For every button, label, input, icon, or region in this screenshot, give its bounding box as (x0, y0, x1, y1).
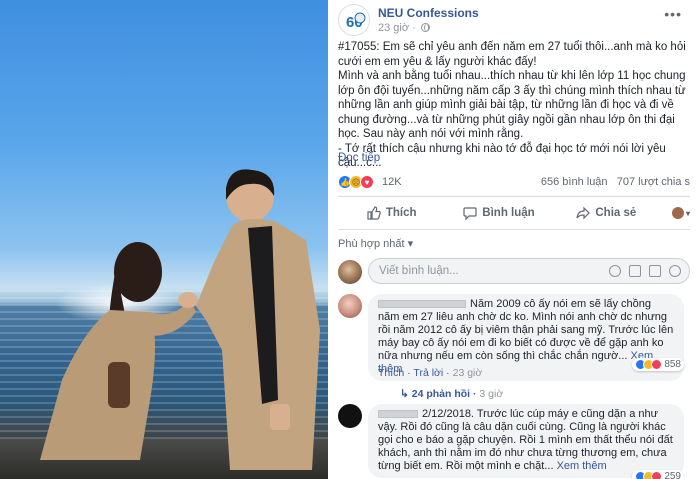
share-label: Chia sẻ (595, 207, 637, 219)
comment-bubble: 2/12/2018. Trước lúc cúp máy e cũng dặn … (368, 404, 684, 478)
redacted-name[interactable] (378, 410, 418, 419)
reply-arrow-icon: ↳ (400, 388, 409, 400)
comment-reactions[interactable]: 259 (632, 470, 684, 479)
like-button[interactable]: Thích (338, 206, 445, 220)
comment-reaction-count: 858 (664, 359, 681, 370)
comment-composer: Viết bình luận... (338, 258, 690, 286)
divider (338, 229, 690, 230)
action-bar: Thích Bình luận Chia sẻ ▾ (338, 199, 690, 227)
post-header: 60 NEU Confessions 23 giờ · ••• (338, 4, 688, 38)
comment-sort-dropdown[interactable]: Phù hợp nhất ▾ (338, 237, 413, 250)
commenter-avatar[interactable] (338, 294, 362, 318)
comment-reactions[interactable]: 858 (632, 358, 684, 371)
comment-like-link[interactable]: Thích (378, 367, 404, 379)
comments-count[interactable]: 656 bình luận (541, 176, 608, 188)
reaction-count[interactable]: 12K (382, 176, 402, 188)
commenter-avatar[interactable] (338, 404, 362, 428)
react-as-button[interactable]: ▾ (660, 207, 690, 219)
comment-reaction-count: 259 (664, 471, 681, 479)
globe-icon (420, 23, 430, 32)
comment-input[interactable]: Viết bình luận... (368, 258, 690, 284)
avatar-small-icon (671, 207, 684, 219)
like-icon (367, 206, 381, 220)
page-logo-icon: 60 (340, 6, 369, 35)
sticker-icon[interactable] (669, 265, 681, 277)
emoji-icon[interactable] (609, 265, 621, 277)
comment-button[interactable]: Bình luận (445, 206, 552, 220)
reactions-bar: 👍 ☹ ♥ 12K 656 bình luận 707 lượt chia s (338, 175, 690, 191)
shares-count[interactable]: 707 lượt chia s (617, 176, 690, 188)
share-icon (576, 206, 591, 220)
composer-icons (609, 265, 681, 277)
divider (338, 196, 690, 197)
comment-actions: Thích · Trả lời · 23 giờ (378, 367, 483, 379)
replies-time: 3 giờ (479, 388, 504, 400)
view-replies-link[interactable]: ↳ 24 phản hồi · 3 giờ (400, 388, 503, 400)
comment-see-more[interactable]: Xem thêm (557, 460, 607, 472)
share-button[interactable]: Chia sẻ (553, 206, 660, 220)
comment-time[interactable]: 23 giờ (453, 367, 483, 379)
like-label: Thích (385, 207, 417, 219)
redacted-name[interactable] (378, 300, 466, 309)
see-more-link[interactable]: Đọc tiếp (338, 152, 380, 164)
gif-icon[interactable] (649, 265, 661, 277)
more-icon[interactable]: ••• (664, 6, 682, 22)
replies-count: 24 phản hồi (411, 388, 471, 400)
page-avatar[interactable]: 60 (338, 4, 370, 36)
post-meta: 23 giờ · (378, 22, 430, 34)
love-reaction-icon (651, 359, 663, 370)
my-avatar[interactable] (338, 260, 362, 284)
post-photo[interactable] (0, 0, 328, 479)
comment-placeholder: Viết bình luận... (379, 265, 459, 277)
post-panel: 60 NEU Confessions 23 giờ · ••• #17055: … (328, 0, 700, 479)
page-name[interactable]: NEU Confessions (378, 6, 479, 20)
post-text: #17055: Em sẽ chỉ yêu anh đến năm em 27 … (338, 41, 686, 169)
love-reaction-icon (651, 471, 663, 479)
comment-text: 2/12/2018. Trước lúc cúp máy e cũng dặn … (378, 408, 673, 472)
comment-reply-link[interactable]: Trả lời (413, 367, 443, 379)
love-reaction-icon: ♥ (360, 175, 374, 189)
reaction-icons[interactable]: 👍 ☹ ♥ (338, 175, 374, 189)
post-time[interactable]: 23 giờ (378, 22, 409, 34)
comment-icon (463, 207, 477, 220)
comment-label: Bình luận (482, 207, 535, 219)
camera-icon[interactable] (629, 265, 641, 277)
couple-silhouette (40, 169, 320, 470)
post-stats: 656 bình luận 707 lượt chia s (541, 176, 690, 188)
chevron-down-icon: ▾ (685, 208, 690, 218)
